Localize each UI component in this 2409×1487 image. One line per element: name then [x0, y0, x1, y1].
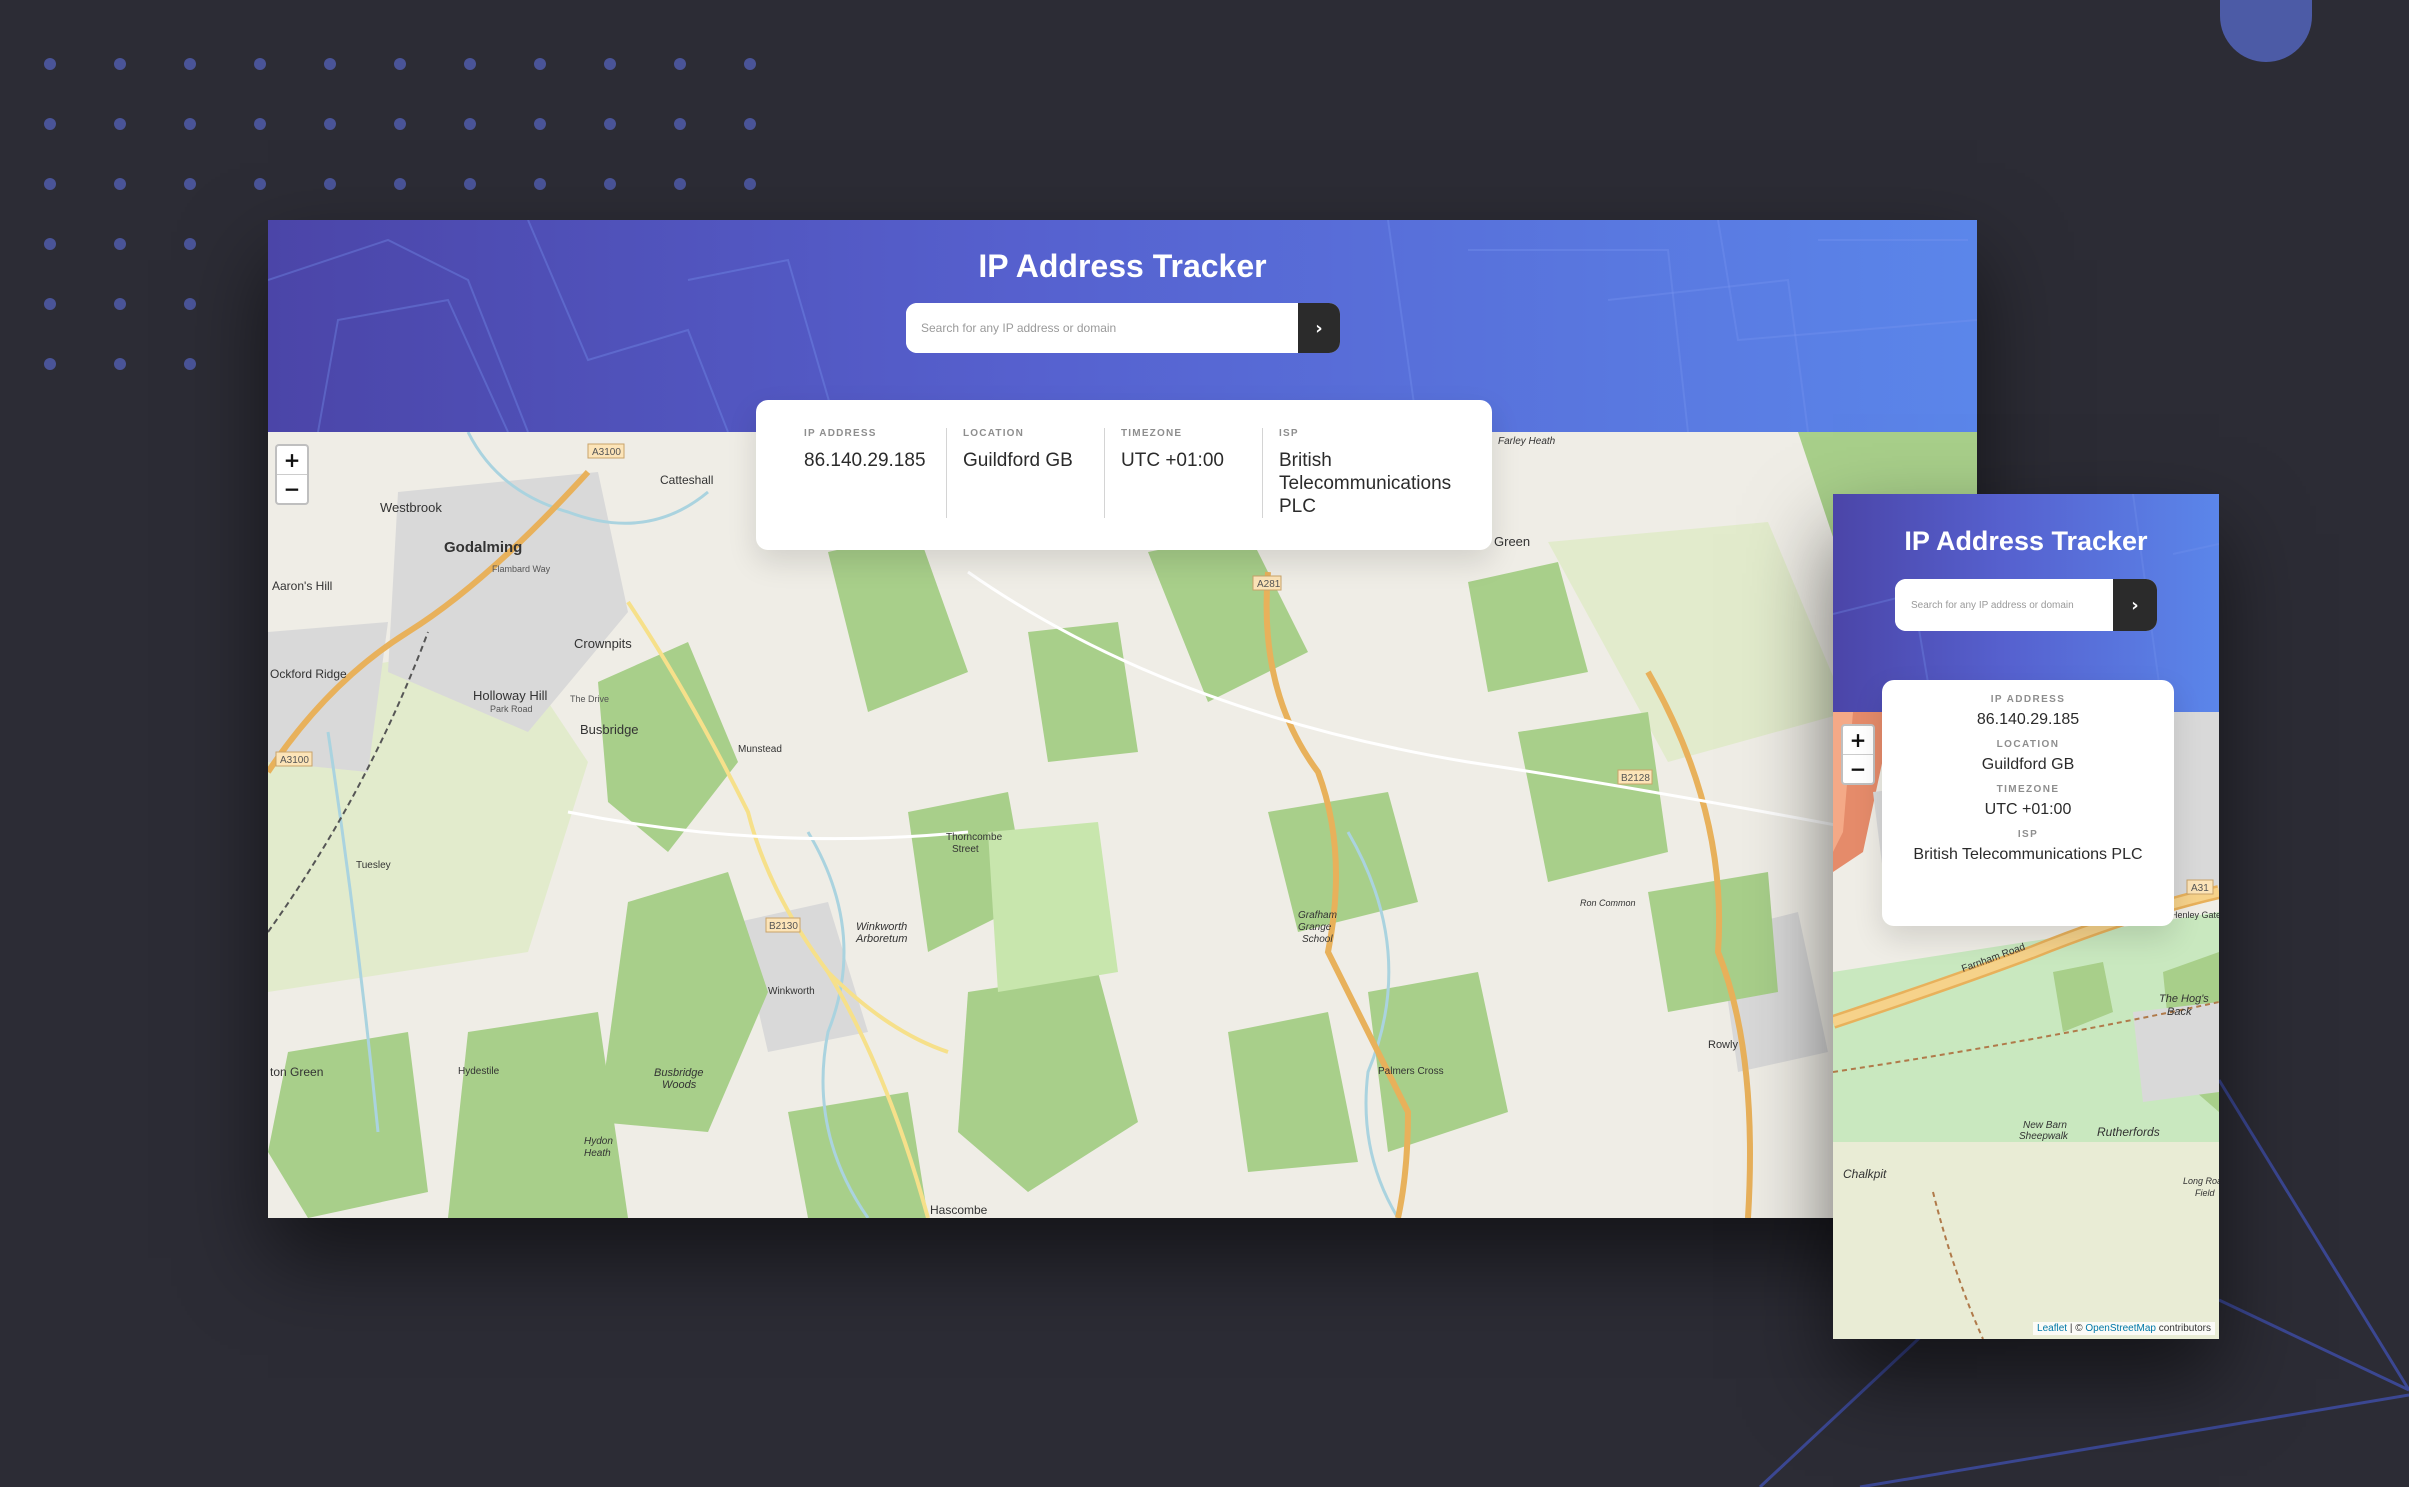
svg-text:New Barn: New Barn: [2023, 1120, 2067, 1131]
mobile-location-label: LOCATION: [1996, 739, 2060, 750]
svg-text:Winkworth: Winkworth: [856, 921, 907, 933]
zoom-out-button[interactable]: −: [277, 474, 307, 503]
mobile-zoom-control: + −: [1841, 724, 1875, 785]
search-input[interactable]: [906, 303, 1298, 353]
mobile-isp-label: ISP: [2017, 829, 2039, 840]
svg-text:Crownpits: Crownpits: [574, 636, 632, 651]
svg-text:Hydon: Hydon: [584, 1136, 613, 1147]
isp-label: ISP: [1279, 428, 1299, 439]
result-card: IP ADDRESS 86.140.29.185 LOCATION Guildf…: [756, 400, 1492, 550]
svg-text:Park Road: Park Road: [490, 704, 533, 714]
mobile-timezone-label: TIMEZONE: [1996, 784, 2060, 795]
isp-cell: ISP British Telecommunications PLC: [1262, 428, 1492, 518]
svg-text:Munstead: Munstead: [738, 744, 782, 755]
mobile-zoom-out-button[interactable]: −: [1843, 754, 1873, 783]
svg-text:Busbridge: Busbridge: [580, 722, 639, 737]
ip-address-value: 86.140.29.185: [804, 450, 926, 471]
desktop-preview: IP Address Tracker ›: [268, 220, 1977, 1218]
mobile-app-title: IP Address Tracker: [1904, 526, 2148, 556]
svg-text:Thorncombe: Thorncombe: [946, 832, 1003, 843]
location-label: LOCATION: [963, 428, 1025, 439]
mobile-isp-cell: ISP British Telecommunications PLC: [1882, 829, 2174, 864]
zoom-in-button[interactable]: +: [277, 446, 307, 474]
svg-text:Rutherfords: Rutherfords: [2097, 1125, 2160, 1139]
mobile-search-submit-button[interactable]: ›: [2113, 579, 2157, 631]
svg-text:A31: A31: [2191, 883, 2209, 894]
openstreetmap-link[interactable]: OpenStreetMap: [2085, 1323, 2156, 1334]
zoom-control: + −: [275, 444, 309, 505]
svg-text:Flambard Way: Flambard Way: [492, 564, 551, 574]
search-bar: ›: [906, 303, 1340, 353]
svg-text:B2130: B2130: [769, 921, 798, 932]
svg-text:Ron Common: Ron Common: [1580, 898, 1636, 908]
svg-text:The Hog's: The Hog's: [2159, 993, 2209, 1005]
svg-text:A3100: A3100: [280, 755, 309, 766]
svg-text:Catteshall: Catteshall: [660, 473, 713, 487]
ip-address-cell: IP ADDRESS 86.140.29.185: [756, 428, 946, 550]
svg-text:A3100: A3100: [592, 447, 621, 458]
chevron-right-icon: ›: [2131, 594, 2139, 616]
svg-text:The Drive: The Drive: [570, 694, 609, 704]
mobile-search-bar: ›: [1895, 579, 2157, 631]
svg-text:Heath: Heath: [584, 1148, 611, 1159]
svg-text:Woods: Woods: [662, 1079, 697, 1091]
location-cell: LOCATION Guildford GB: [946, 428, 1104, 518]
svg-text:Westbrook: Westbrook: [380, 500, 442, 515]
svg-text:Busbridge: Busbridge: [654, 1067, 704, 1079]
mobile-location-value: Guildford GB: [1981, 756, 2075, 773]
mobile-location-cell: LOCATION Guildford GB: [1882, 739, 2174, 774]
ip-address-label: IP ADDRESS: [804, 428, 877, 439]
mobile-timezone-value: UTC +01:00: [1984, 801, 2072, 818]
svg-text:Hascombe: Hascombe: [930, 1203, 988, 1217]
attribution-separator: | ©: [2067, 1323, 2086, 1334]
mobile-result-card: IP ADDRESS 86.140.29.185 LOCATION Guildf…: [1882, 680, 2174, 926]
svg-text:School: School: [1302, 934, 1333, 945]
svg-text:Back: Back: [2167, 1006, 2192, 1018]
map-label-godalming: Godalming: [444, 539, 522, 556]
timezone-cell: TIMEZONE UTC +01:00: [1104, 428, 1262, 518]
svg-text:Ockford Ridge: Ockford Ridge: [270, 667, 347, 681]
mobile-isp-value: British Telecommunications PLC: [1913, 846, 2143, 863]
search-submit-button[interactable]: ›: [1298, 303, 1340, 353]
svg-text:Henley Gate: Henley Gate: [2171, 910, 2219, 920]
mobile-ip-address-value: 86.140.29.185: [1976, 711, 2080, 728]
svg-text:Street: Street: [952, 844, 979, 855]
map-attribution: Leaflet | © OpenStreetMap contributors: [2033, 1322, 2215, 1335]
svg-text:Arboretum: Arboretum: [855, 933, 907, 945]
mobile-zoom-in-button[interactable]: +: [1843, 726, 1873, 754]
attribution-suffix: contributors: [2155, 1323, 2211, 1334]
location-value: Guildford GB: [963, 450, 1073, 471]
svg-text:Long Roads: Long Roads: [2183, 1176, 2219, 1186]
timezone-label: TIMEZONE: [1121, 428, 1183, 439]
decorative-circle: [2220, 0, 2312, 62]
svg-text:A281: A281: [1257, 579, 1281, 590]
svg-text:Farley Heath: Farley Heath: [1498, 436, 1556, 447]
svg-text:Aaron's Hill: Aaron's Hill: [272, 579, 332, 593]
svg-text:Hydestile: Hydestile: [458, 1066, 500, 1077]
svg-text:B2128: B2128: [1621, 773, 1650, 784]
svg-text:Field: Field: [2195, 1188, 2216, 1198]
svg-text:ton Green: ton Green: [270, 1065, 323, 1079]
timezone-value: UTC +01:00: [1121, 450, 1224, 471]
svg-text:Holloway Hill: Holloway Hill: [473, 688, 548, 703]
svg-text:Grange: Grange: [1298, 922, 1332, 933]
svg-text:Rowly: Rowly: [1708, 1039, 1738, 1051]
svg-text:Palmers Cross: Palmers Cross: [1378, 1066, 1444, 1077]
mobile-ip-address-cell: IP ADDRESS 86.140.29.185: [1882, 694, 2174, 729]
svg-text:Green: Green: [1494, 534, 1530, 549]
mobile-timezone-cell: TIMEZONE UTC +01:00: [1882, 784, 2174, 819]
isp-value: British Telecommunications PLC: [1279, 450, 1452, 517]
svg-text:Chalkpit: Chalkpit: [1843, 1167, 1887, 1181]
svg-text:Grafham: Grafham: [1298, 910, 1337, 921]
svg-text:Sheepwalk: Sheepwalk: [2019, 1131, 2069, 1142]
svg-text:Winkworth: Winkworth: [768, 986, 815, 997]
chevron-right-icon: ›: [1315, 317, 1323, 339]
mobile-ip-address-label: IP ADDRESS: [1990, 694, 2066, 705]
mobile-preview: IP Address Tracker ›: [1833, 494, 2219, 1339]
mobile-search-input[interactable]: [1895, 579, 2113, 631]
app-title: IP Address Tracker: [978, 248, 1267, 284]
svg-text:Tuesley: Tuesley: [356, 860, 391, 871]
leaflet-link[interactable]: Leaflet: [2037, 1323, 2067, 1334]
